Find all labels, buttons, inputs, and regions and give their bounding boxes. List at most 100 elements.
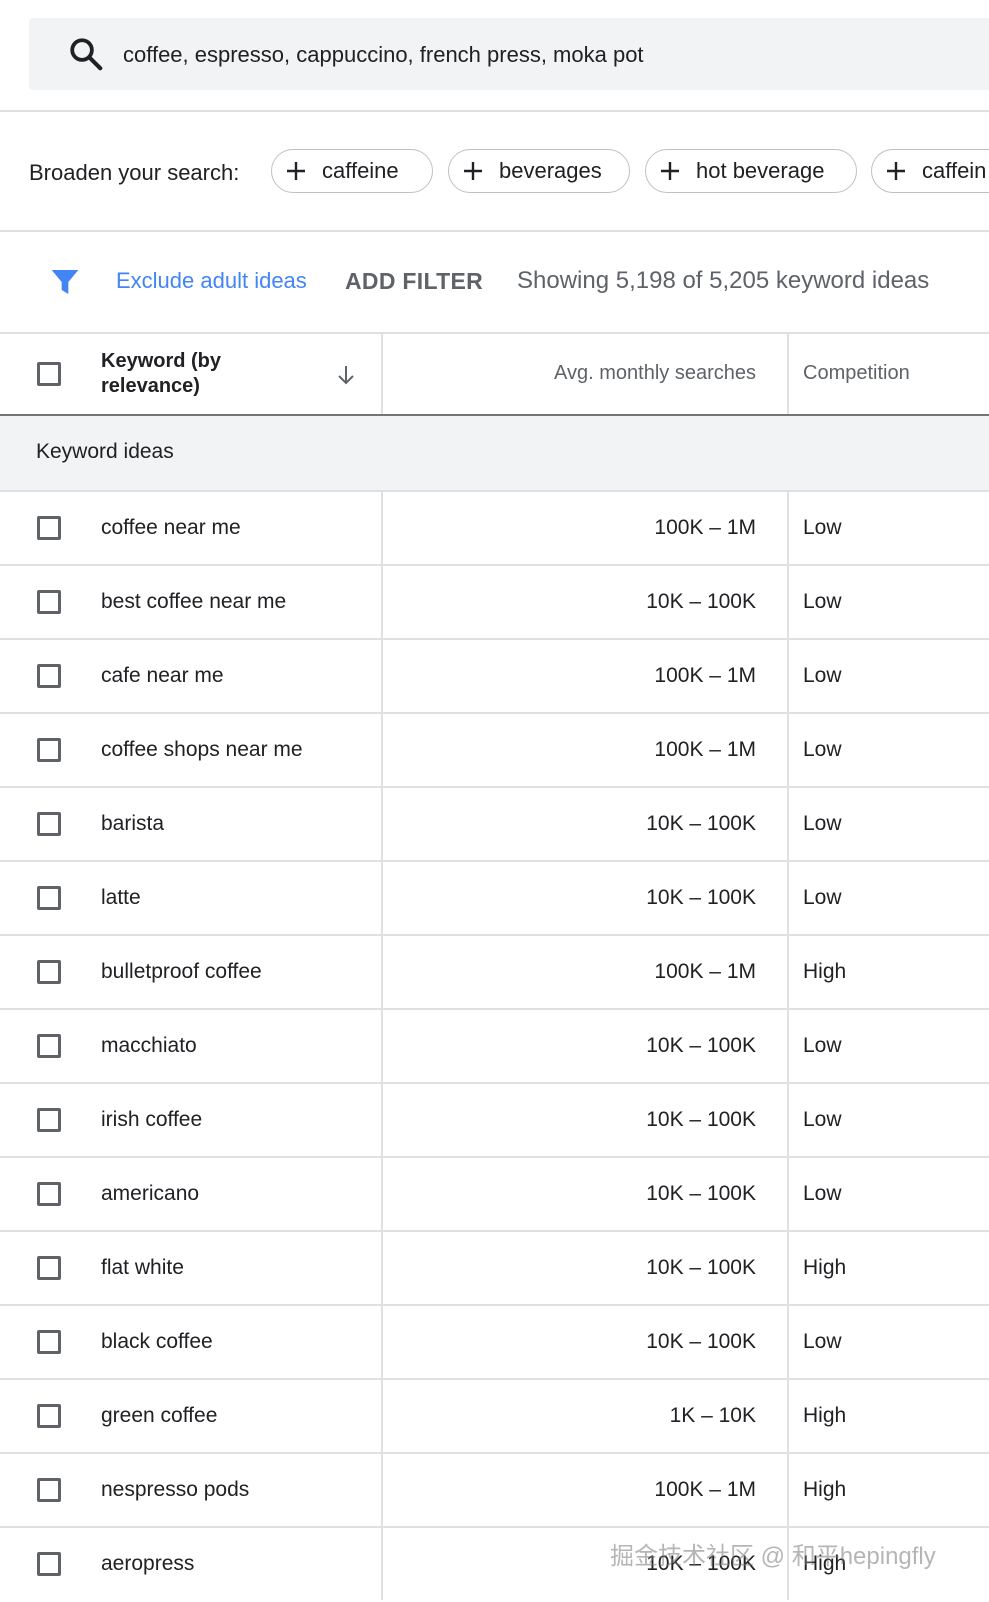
keyword-cell: flat white (101, 1256, 184, 1279)
searches-cell: 10K – 100K (646, 1256, 756, 1279)
select-all-checkbox[interactable] (37, 362, 61, 386)
table-row[interactable]: bulletproof coffee 100K – 1M High (0, 936, 989, 1010)
competition-cell: Low (803, 886, 842, 909)
competition-cell: Low (803, 516, 842, 539)
searches-cell: 100K – 1M (654, 664, 756, 687)
row-checkbox[interactable] (37, 590, 61, 614)
table-row[interactable]: green coffee 1K – 10K High (0, 1380, 989, 1454)
broaden-label: Broaden your search: (29, 160, 240, 185)
chip-label: hot beverage (696, 158, 825, 183)
row-checkbox[interactable] (37, 1330, 61, 1354)
row-checkbox[interactable] (37, 960, 61, 984)
row-checkbox[interactable] (37, 812, 61, 836)
competition-cell: Low (803, 590, 842, 613)
search-query[interactable]: coffee, espresso, cappuccino, french pre… (123, 42, 644, 68)
searches-cell: 10K – 100K (646, 812, 756, 835)
column-divider (381, 334, 383, 414)
competition-cell: High (803, 960, 847, 983)
sort-down-arrow-icon[interactable] (334, 363, 358, 387)
keyword-cell: macchiato (101, 1034, 197, 1057)
filter-icon[interactable] (49, 266, 81, 298)
column-divider (787, 492, 789, 1600)
table-row[interactable]: cafe near me 100K – 1M Low (0, 640, 989, 714)
table-row[interactable]: latte 10K – 100K Low (0, 862, 989, 936)
chip-caffeine[interactable]: caffeine (271, 149, 433, 193)
table-row[interactable]: coffee shops near me 100K – 1M Low (0, 714, 989, 788)
table-row[interactable]: macchiato 10K – 100K Low (0, 1010, 989, 1084)
competition-cell: High (803, 1256, 847, 1279)
divider (0, 332, 989, 334)
row-checkbox[interactable] (37, 886, 61, 910)
row-checkbox[interactable] (37, 1182, 61, 1206)
plus-icon (887, 162, 905, 180)
chip-label: caffeine (322, 158, 399, 183)
table-row[interactable]: coffee near me 100K – 1M Low (0, 492, 989, 566)
search-bar[interactable]: coffee, espresso, cappuccino, french pre… (29, 18, 989, 90)
keyword-cell: aeropress (101, 1552, 195, 1575)
table-row[interactable]: nespresso pods 100K – 1M High (0, 1454, 989, 1528)
table-row[interactable]: best coffee near me 10K – 100K Low (0, 566, 989, 640)
competition-cell: Low (803, 1108, 842, 1131)
competition-cell: High (803, 1404, 847, 1427)
row-checkbox[interactable] (37, 1108, 61, 1132)
row-checkbox[interactable] (37, 1478, 61, 1502)
divider (0, 110, 989, 112)
keyword-cell: black coffee (101, 1330, 213, 1353)
keyword-cell: cafe near me (101, 664, 224, 687)
keyword-cell: barista (101, 812, 165, 835)
competition-cell: Low (803, 738, 842, 761)
searches-cell: 10K – 100K (646, 1330, 756, 1353)
competition-cell: Low (803, 812, 842, 835)
group-label: Keyword ideas (36, 440, 174, 463)
competition-cell: Low (803, 664, 842, 687)
add-filter-button[interactable]: ADD FILTER (345, 268, 483, 295)
plus-icon (661, 162, 679, 180)
row-checkbox[interactable] (37, 664, 61, 688)
table-row[interactable]: americano 10K – 100K Low (0, 1158, 989, 1232)
keyword-cell: bulletproof coffee (101, 960, 262, 983)
row-checkbox[interactable] (37, 1404, 61, 1428)
row-checkbox[interactable] (37, 516, 61, 540)
column-divider (381, 492, 383, 1600)
searches-cell: 10K – 100K (646, 1108, 756, 1131)
search-icon[interactable] (67, 35, 105, 73)
searches-cell: 10K – 100K (646, 1182, 756, 1205)
keyword-cell: green coffee (101, 1404, 218, 1427)
chip-beverages[interactable]: beverages (448, 149, 630, 193)
plus-icon (464, 162, 482, 180)
table-row[interactable]: black coffee 10K – 100K Low (0, 1306, 989, 1380)
searches-cell: 100K – 1M (654, 1478, 756, 1501)
searches-cell: 100K – 1M (654, 960, 756, 983)
table-row[interactable]: flat white 10K – 100K High (0, 1232, 989, 1306)
chip-label: beverages (499, 158, 602, 183)
chip-caffein[interactable]: caffein (871, 149, 989, 193)
divider (0, 230, 989, 232)
chip-label: caffein (922, 158, 987, 183)
keyword-cell: coffee near me (101, 516, 241, 539)
searches-column-header[interactable]: Avg. monthly searches (554, 362, 756, 385)
row-checkbox[interactable] (37, 738, 61, 762)
exclude-adult-ideas-link[interactable]: Exclude adult ideas (116, 268, 307, 294)
keyword-column-header[interactable]: Keyword (by relevance) (101, 349, 301, 399)
row-checkbox[interactable] (37, 1256, 61, 1280)
searches-cell: 100K – 1M (654, 516, 756, 539)
competition-column-header[interactable]: Competition (803, 362, 910, 385)
searches-cell: 100K – 1M (654, 738, 756, 761)
table-row[interactable]: barista 10K – 100K Low (0, 788, 989, 862)
group-row-keyword-ideas: Keyword ideas (0, 416, 989, 490)
row-checkbox[interactable] (37, 1552, 61, 1576)
searches-cell: 10K – 100K (646, 886, 756, 909)
searches-cell: 10K – 100K (646, 1034, 756, 1057)
plus-icon (287, 162, 305, 180)
watermark: 掘金技术社区 @ 和平hepingfly (610, 1543, 936, 1570)
chip-hot-beverage[interactable]: hot beverage (645, 149, 857, 193)
keyword-cell: irish coffee (101, 1108, 203, 1131)
row-checkbox[interactable] (37, 1034, 61, 1058)
keyword-cell: best coffee near me (101, 590, 287, 613)
searches-cell: 1K – 10K (669, 1404, 756, 1427)
competition-cell: High (803, 1478, 847, 1501)
keyword-cell: americano (101, 1182, 200, 1205)
table-row[interactable]: irish coffee 10K – 100K Low (0, 1084, 989, 1158)
competition-cell: Low (803, 1330, 842, 1353)
results-count: Showing 5,198 of 5,205 keyword ideas (517, 267, 930, 294)
